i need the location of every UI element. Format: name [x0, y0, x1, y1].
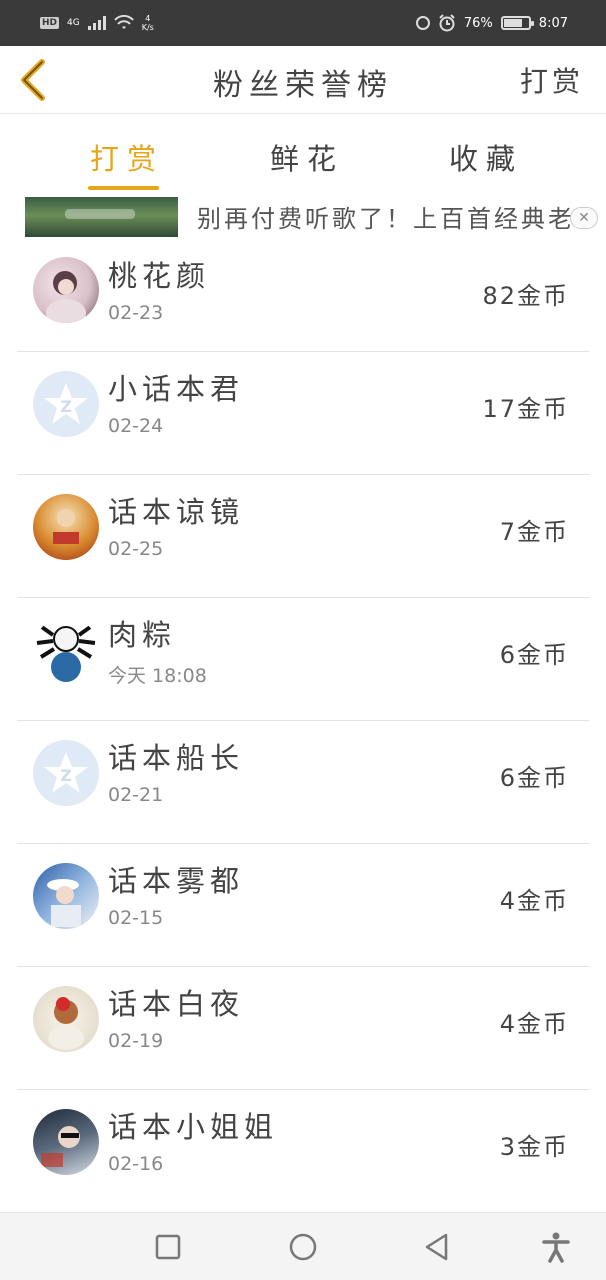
active-tab-indicator [88, 186, 159, 190]
tab-tip[interactable]: 打赏 [90, 136, 164, 178]
hd-badge: HD [40, 17, 60, 29]
network-speed: 4 K/s [142, 14, 154, 32]
tip-amount: 7金币 [499, 518, 569, 546]
list-item[interactable]: Z 小话本君 02-24 17金币 [0, 352, 606, 475]
default-avatar-icon: Z [33, 371, 99, 437]
battery-icon [500, 16, 534, 30]
battery-percent: 76% [463, 15, 493, 31]
user-name: 话本小姐姐 [108, 1110, 279, 1144]
svg-text:Z: Z [60, 397, 72, 416]
clock: 8:07 [538, 15, 568, 31]
user-name: 话本船长 [108, 741, 245, 775]
list-item[interactable]: 肉粽 今天 18:08 6金币 [0, 598, 606, 721]
status-left: HD 4G 4 K/s [40, 14, 154, 32]
avatar [33, 617, 99, 683]
tip-amount: 4金币 [499, 1010, 569, 1038]
avatar [33, 494, 99, 560]
page-title: 粉丝荣誉榜 [213, 68, 393, 103]
ad-text[interactable]: 别再付费听歌了！上百首经典老 [197, 199, 575, 234]
tip-amount: 4金币 [499, 887, 569, 915]
user-name: 话本白夜 [108, 987, 245, 1021]
system-nav-bar [0, 1212, 606, 1280]
tip-amount: 6金币 [499, 641, 569, 669]
user-name: 话本谅镜 [108, 495, 245, 529]
header-tip-button[interactable]: 打赏 [520, 60, 584, 100]
tip-date: 02-21 [108, 784, 164, 806]
tip-date: 02-24 [108, 415, 164, 437]
list-item[interactable]: 话本白夜 02-19 4金币 [0, 967, 606, 1090]
default-avatar-icon: Z [33, 740, 99, 806]
svg-text:Z: Z [60, 766, 72, 785]
header: 粉丝荣誉榜 打赏 [0, 46, 606, 114]
network-type: 4G [67, 17, 80, 28]
list-item[interactable]: 话本雾都 02-15 4金币 [0, 844, 606, 967]
ad-close-icon[interactable]: ✕ [570, 207, 598, 229]
list-item[interactable]: 话本小姐姐 02-16 3金币 [0, 1090, 606, 1213]
speed-unit: K/s [141, 23, 154, 32]
tip-date: 今天 18:08 [108, 665, 207, 687]
ad-thumbnail[interactable] [25, 197, 178, 237]
alarm-icon [439, 14, 455, 32]
tip-date: 02-19 [108, 1030, 164, 1052]
speed-value: 4 [145, 14, 151, 23]
list-item[interactable]: 桃花颜 02-23 82金币 [0, 239, 606, 352]
status-bar: HD 4G 4 K/s 76% 8:07 [0, 0, 606, 46]
triangle-back-icon[interactable] [421, 1231, 453, 1263]
list-item[interactable]: 话本谅镜 02-25 7金币 [0, 475, 606, 598]
avatar [33, 1109, 99, 1175]
tip-date: 02-25 [108, 538, 164, 560]
user-name: 肉粽 [108, 618, 177, 652]
avatar [33, 257, 99, 323]
tip-date: 02-23 [108, 302, 164, 324]
tip-date: 02-15 [108, 907, 164, 929]
data-saver-icon [415, 16, 430, 30]
user-name: 桃花颜 [108, 259, 211, 293]
user-name: 小话本君 [108, 372, 245, 406]
user-name: 话本雾都 [108, 864, 245, 898]
ad-banner[interactable]: 别再付费听歌了！上百首经典老 ✕ [0, 197, 606, 239]
tip-date: 02-16 [108, 1153, 164, 1175]
list-item[interactable]: Z 话本船长 02-21 6金币 [0, 721, 606, 844]
status-right: 76% 8:07 [415, 14, 568, 32]
avatar [33, 986, 99, 1052]
avatar [33, 863, 99, 929]
accessibility-icon[interactable] [540, 1231, 572, 1263]
square-icon[interactable] [152, 1231, 184, 1263]
tip-amount: 6金币 [499, 764, 569, 792]
tab-flowers[interactable]: 鲜花 [270, 136, 344, 178]
wifi-icon [113, 15, 134, 29]
signal-icon [87, 16, 106, 30]
tip-amount: 17金币 [482, 395, 569, 423]
circle-icon[interactable] [287, 1231, 319, 1263]
tip-amount: 3金币 [499, 1133, 569, 1161]
ranking-list: 桃花颜 02-23 82金币 Z 小话本君 02-24 17金币 话本谅镜 02… [0, 239, 606, 1213]
tip-amount: 82金币 [482, 282, 569, 310]
tab-favorites[interactable]: 收藏 [449, 136, 523, 178]
